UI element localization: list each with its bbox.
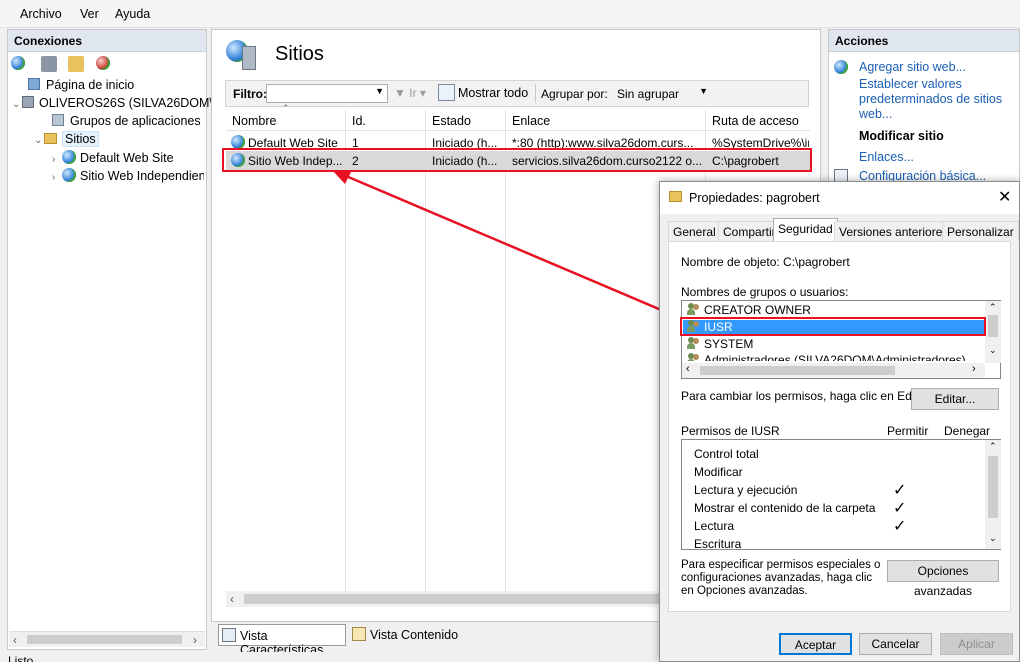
horizontal-scrollbar[interactable]: ‹ › [682,363,985,378]
user-name: CREATOR OWNER [704,303,811,317]
group-icon [687,303,701,315]
permission-row: Lectura y ejecución [694,483,798,497]
list-item[interactable]: SYSTEM [687,337,985,353]
arrow-line [345,174,681,320]
object-name-value: C:\pagrobert [783,255,850,269]
vertical-scrollbar[interactable]: ⌃ ⌄ [985,440,1001,549]
object-name-label: Nombre de objeto: [681,255,780,269]
properties-dialog: Propiedades: pagrobert ✕ General Compart… [659,181,1020,662]
user-name: Administradores (SILVA26DOM\Administrado… [704,353,966,361]
tab-security[interactable]: Seguridad [773,218,838,242]
scroll-up-icon[interactable]: ⌃ [989,441,997,452]
tab-previous-versions[interactable]: Versiones anteriores [834,221,954,241]
scroll-thumb[interactable] [988,315,998,337]
permissions-list: Control total Modificar Lectura y ejecuc… [681,439,1001,551]
dialog-title: Propiedades: pagrobert [689,191,820,205]
vertical-scrollbar[interactable]: ⌃ ⌄ [985,301,1001,363]
advanced-options-button[interactable]: Opciones avanzadas [887,560,999,598]
close-icon[interactable]: ✕ [998,187,1011,207]
edit-hint: Para cambiar los permisos, haga clic en … [681,389,932,403]
scroll-up-icon[interactable]: ⌃ [989,302,997,313]
permissions-label: Permisos de IUSR [681,424,780,438]
allow-check-icon: ✓ [893,482,907,499]
allow-header: Permitir [887,424,929,438]
ok-button[interactable]: Aceptar [779,633,852,655]
permission-row: Control total [694,447,759,461]
group-icon [687,337,701,349]
cancel-button[interactable]: Cancelar [859,633,932,655]
scroll-down-icon[interactable]: ⌄ [989,533,997,544]
tab-share[interactable]: Compartir [718,221,781,241]
scroll-right-icon[interactable]: › [972,363,976,375]
permission-row: Escritura [694,537,742,551]
advanced-hint: Para especificar permisos especiales o c… [681,559,881,597]
apply-button[interactable]: Aplicar [940,633,1013,655]
dialog-titlebar: Propiedades: pagrobert ✕ [660,182,1019,214]
scroll-thumb[interactable] [988,456,998,518]
permission-row: Lectura [694,519,735,533]
scroll-left-icon[interactable]: ‹ [686,363,690,375]
tab-customize[interactable]: Personalizar [942,221,1019,241]
edit-button[interactable]: Editar... [911,388,999,410]
user-name: SYSTEM [704,337,754,351]
allow-check-icon: ✓ [893,518,907,535]
highlight-box-user [680,317,986,336]
users-list[interactable]: CREATOR OWNER IUSR SYSTEM Administradore… [681,300,1001,379]
permission-row: Modificar [694,465,743,479]
tab-panel-security: Nombre de objeto: C:\pagrobert Nombres d… [668,241,1011,612]
scroll-down-icon[interactable]: ⌄ [989,345,997,356]
group-icon [687,353,701,361]
list-item[interactable]: Administradores (SILVA26DOM\Administrado… [687,353,985,361]
deny-header: Denegar [944,424,991,438]
tab-general[interactable]: General [668,221,721,241]
scroll-thumb[interactable] [700,366,895,375]
folder-icon [669,191,682,202]
allow-check-icon: ✓ [893,500,907,517]
groups-label: Nombres de grupos o usuarios: [681,285,849,299]
permission-row: Mostrar el contenido de la carpeta [694,501,876,515]
